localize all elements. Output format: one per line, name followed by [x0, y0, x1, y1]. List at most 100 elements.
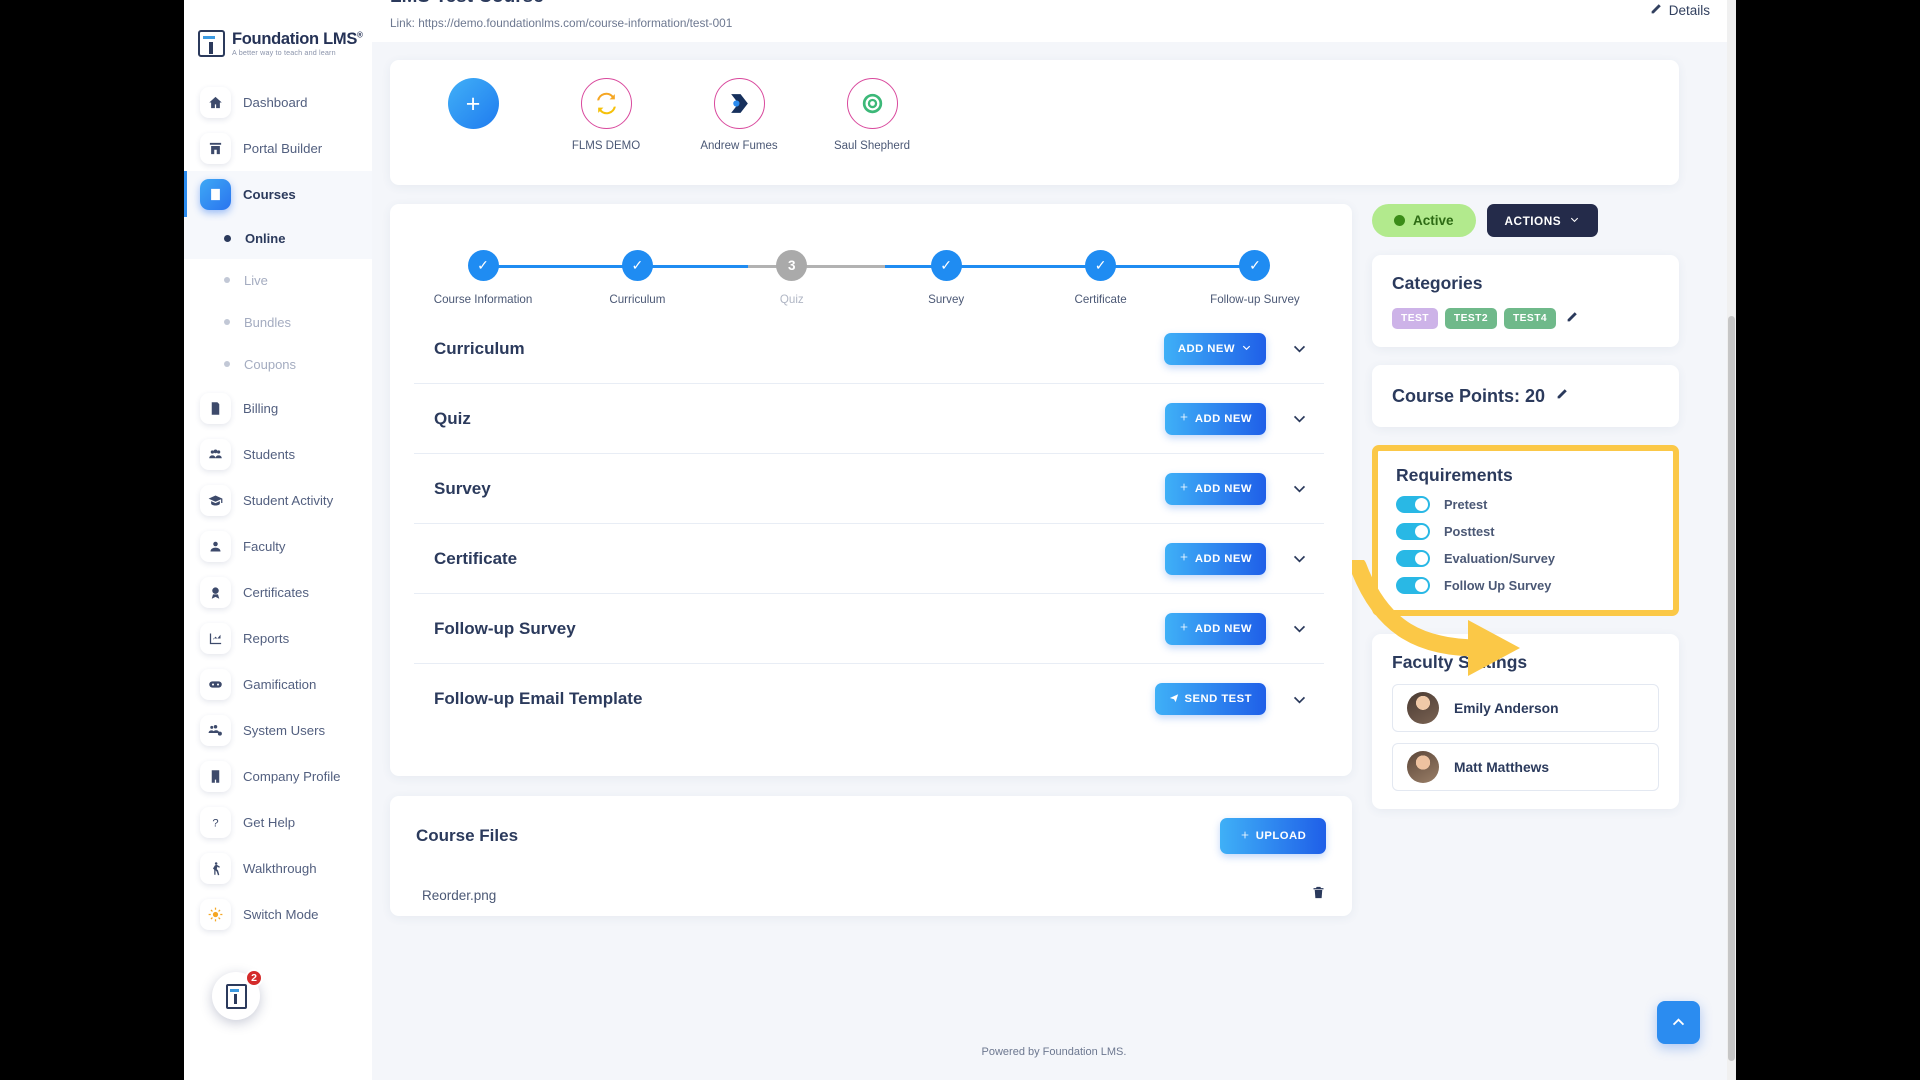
step-survey[interactable]: ✓ Survey	[881, 244, 1011, 306]
chevron-down-icon	[1569, 214, 1580, 228]
delete-file-button[interactable]	[1311, 884, 1326, 906]
sidebar-item-billing[interactable]: Billing	[184, 385, 372, 431]
pretest-toggle[interactable]	[1396, 496, 1430, 513]
page-header: LMS Test Course Link: https://demo.found…	[372, 0, 1736, 42]
edit-categories-button[interactable]	[1566, 310, 1579, 328]
upload-button[interactable]: UPLOAD	[1220, 818, 1326, 854]
faculty-member-row[interactable]: Matt Matthews	[1392, 743, 1659, 791]
actions-button[interactable]: ACTIONS	[1486, 204, 1599, 237]
app-logo[interactable]: Foundation LMS® A better way to teach an…	[184, 0, 372, 57]
status-dot-icon	[1394, 215, 1405, 226]
chart-icon	[200, 622, 231, 654]
instructor-item[interactable]: Saul Shepherd	[829, 78, 915, 152]
expand-email-template-toggle[interactable]	[1278, 691, 1320, 708]
sidebar-subitem-live[interactable]: Live	[184, 259, 372, 301]
sidebar-item-courses[interactable]: Courses	[184, 171, 372, 217]
add-new-survey-button[interactable]: ADD NEW	[1164, 472, 1266, 505]
scrollbar-thumb[interactable]	[1728, 316, 1735, 1061]
expand-curriculum-toggle[interactable]	[1278, 340, 1320, 357]
add-new-curriculum-button[interactable]: ADD NEW	[1163, 332, 1266, 365]
upload-label: UPLOAD	[1255, 830, 1307, 842]
step-certificate[interactable]: ✓ Certificate	[1036, 244, 1166, 306]
course-stepper: ✓ Course Information ✓ Curriculum 3 Quiz…	[418, 244, 1320, 314]
sidebar-item-dashboard[interactable]: Dashboard	[184, 79, 372, 125]
follow-up-survey-toggle[interactable]	[1396, 577, 1430, 594]
avatar	[846, 78, 898, 129]
sidebar-item-walkthrough[interactable]: Walkthrough	[184, 845, 372, 891]
instructors-card: + FLMS DEMO Andrew Fumes Saul Shepherd	[390, 60, 1679, 185]
faculty-settings-card: Faculty Settings Emily Anderson Matt Mat…	[1372, 634, 1679, 809]
evaluation-survey-toggle[interactable]	[1396, 550, 1430, 567]
sidebar-item-gamification[interactable]: Gamification	[184, 661, 372, 707]
category-tag[interactable]: TEST2	[1444, 308, 1497, 329]
sidebar-item-students[interactable]: Students	[184, 431, 372, 477]
expand-survey-toggle[interactable]	[1278, 480, 1320, 497]
sidebar-item-label: Certificates	[243, 584, 309, 600]
instructor-item[interactable]: Andrew Fumes	[696, 78, 782, 152]
posttest-toggle[interactable]	[1396, 523, 1430, 540]
sidebar-item-label: Portal Builder	[243, 140, 323, 156]
send-test-label: SEND TEST	[1184, 693, 1252, 705]
categories-card: Categories TEST TEST2 TEST4	[1372, 255, 1679, 347]
question-mark-icon: ?	[200, 806, 231, 838]
sidebar-item-portal-builder[interactable]: Portal Builder	[184, 125, 372, 171]
chevron-down-icon	[1241, 342, 1252, 356]
scroll-to-top-button[interactable]	[1657, 1001, 1700, 1044]
instructor-item[interactable]: FLMS DEMO	[563, 78, 649, 152]
send-test-button[interactable]: SEND TEST	[1154, 683, 1266, 715]
course-points-card: Course Points: 20	[1372, 365, 1679, 427]
sidebar-subitem-bundles[interactable]: Bundles	[184, 301, 372, 343]
step-marker: ✓	[467, 250, 499, 281]
sidebar-item-reports[interactable]: Reports	[184, 615, 372, 661]
step-quiz[interactable]: 3 Quiz	[727, 244, 857, 306]
plus-icon	[1179, 622, 1189, 635]
add-new-follow-up-survey-button[interactable]: ADD NEW	[1164, 612, 1266, 645]
sidebar-item-company-profile[interactable]: Company Profile	[184, 753, 372, 799]
sidebar-item-faculty[interactable]: Faculty	[184, 523, 372, 569]
instructor-name: FLMS DEMO	[571, 140, 641, 152]
sidebar-subitem-online[interactable]: Online	[184, 217, 372, 259]
requirement-label: Evaluation/Survey	[1444, 551, 1555, 566]
requirement-label: Posttest	[1444, 524, 1495, 539]
file-row: Reorder.png	[416, 884, 1326, 906]
chat-support-button[interactable]: 2	[212, 969, 263, 1020]
accordion-title: Certificate	[434, 548, 518, 568]
logo-tagline: A better way to teach and learn	[232, 48, 336, 58]
expand-quiz-toggle[interactable]	[1278, 410, 1320, 427]
sidebar-subitem-coupons[interactable]: Coupons	[184, 343, 372, 385]
details-label: Details	[1668, 2, 1710, 18]
bullet-icon	[224, 234, 231, 242]
step-curriculum[interactable]: ✓ Curriculum	[572, 244, 702, 306]
page-scrollbar[interactable]	[1727, 0, 1736, 1080]
sidebar-item-system-users[interactable]: System Users	[184, 707, 372, 753]
avatar	[1407, 692, 1439, 724]
category-tag[interactable]: TEST4	[1503, 308, 1557, 329]
sidebar-item-certificates[interactable]: Certificates	[184, 569, 372, 615]
faculty-member-row[interactable]: Emily Anderson	[1392, 684, 1659, 732]
course-link: Link: https://demo.foundationlms.com/cou…	[390, 16, 733, 30]
step-follow-up-survey[interactable]: ✓ Follow-up Survey	[1190, 244, 1320, 306]
plus-icon	[1179, 482, 1189, 495]
flms-demo-logo-icon	[596, 92, 616, 115]
sidebar-item-student-activity[interactable]: Student Activity	[184, 477, 372, 523]
add-new-certificate-button[interactable]: ADD NEW	[1164, 542, 1266, 575]
sidebar-subitem-label: Bundles	[244, 314, 291, 330]
add-new-quiz-button[interactable]: ADD NEW	[1164, 402, 1266, 435]
plus-icon[interactable]: +	[447, 78, 499, 129]
sidebar-item-switch-mode[interactable]: Switch Mode	[184, 891, 372, 937]
sidebar-item-get-help[interactable]: ? Get Help	[184, 799, 372, 845]
step-course-information[interactable]: ✓ Course Information	[418, 244, 548, 306]
add-instructor[interactable]: +	[430, 78, 516, 152]
plus-icon	[1179, 552, 1189, 565]
expand-certificate-toggle[interactable]	[1278, 550, 1320, 567]
foundation-lms-chat-icon	[225, 983, 247, 1009]
requirement-follow-up-survey: Follow Up Survey	[1396, 577, 1655, 594]
expand-follow-up-survey-toggle[interactable]	[1278, 620, 1320, 637]
instructor-name: Saul Shepherd	[833, 140, 911, 152]
details-button[interactable]: Details	[1650, 2, 1710, 18]
step-label: Quiz	[779, 293, 804, 306]
category-tag[interactable]: TEST	[1392, 308, 1438, 329]
edit-course-points-button[interactable]	[1556, 387, 1569, 405]
course-sidebar: Active ACTIONS Categories TEST TEST2 TES…	[1372, 204, 1679, 809]
step-marker: ✓	[1085, 250, 1117, 281]
